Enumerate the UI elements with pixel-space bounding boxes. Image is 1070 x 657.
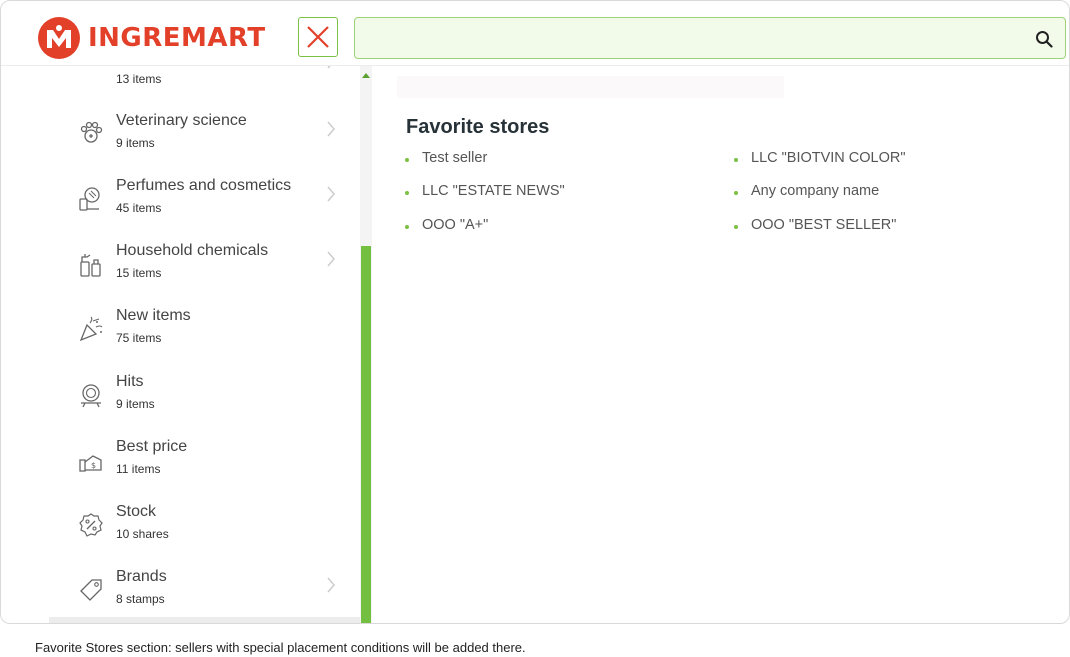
sidebar-item-count: 9 items [116, 397, 155, 411]
store-link[interactable]: OOO "A+" [405, 217, 488, 233]
main-content: Favorite stores Test seller LLC "BIOTVIN… [372, 66, 1069, 623]
sidebar-item-brands[interactable]: Brands 8 stamps [1, 568, 360, 623]
ingremart-logo-icon [38, 17, 80, 59]
sidebar-item-count: 15 items [116, 266, 162, 280]
store-link[interactable]: Any company name [734, 183, 879, 199]
close-catalog-button[interactable] [298, 17, 338, 57]
party-popper-icon [79, 316, 103, 342]
sidebar-item-count: 11 items [116, 462, 161, 476]
section-title: Favorite stores [406, 116, 550, 138]
sidebar-item-best-price[interactable]: $ Best price 11 items [1, 438, 360, 502]
sidebar-item-label: Household chemicals [116, 242, 269, 259]
paw-icon [80, 121, 103, 143]
chevron-right-icon [327, 251, 335, 267]
brand-name: INGREMART [88, 23, 266, 53]
sidebar-item-label: Veterinary science [116, 112, 247, 129]
sidebar-item-household-chemicals[interactable]: Household chemicals 15 items [1, 242, 360, 306]
sidebar-item-perfumes-and-cosmetics[interactable]: Perfumes and cosmetics 45 items [1, 177, 360, 241]
close-icon [307, 26, 329, 48]
sidebar-footer-strip [49, 617, 360, 623]
sidebar-scrollbar[interactable] [360, 66, 372, 623]
partial-category-icon [77, 66, 105, 78]
sidebar-item-count: 8 stamps [116, 592, 165, 606]
sidebar-item-new-items[interactable]: New items 75 items [1, 307, 360, 371]
sidebar-item-count: 13 items [116, 72, 162, 86]
sidebar-item-count: 75 items [116, 331, 162, 345]
sidebar-item-veterinary-science[interactable]: Veterinary science 9 items [1, 112, 360, 176]
award-badge-icon [81, 384, 101, 408]
sidebar-item-stock[interactable]: Stock 10 shares [1, 503, 360, 567]
sidebar-item-count: 9 items [116, 136, 155, 150]
chevron-right-icon [327, 66, 331, 69]
sidebar-item-label: Best price [116, 438, 188, 455]
cosmetics-mirror-icon [79, 187, 100, 211]
search-input[interactable] [355, 18, 1019, 56]
sidebar-item-label: Perfumes and cosmetics [116, 177, 292, 194]
percent-badge-icon [79, 513, 103, 537]
sidebar-item-label: New items [116, 307, 191, 324]
sidebar-item-label: Hits [116, 373, 144, 390]
store-link[interactable]: Test seller [405, 150, 487, 166]
scrollbar-thumb[interactable] [361, 246, 371, 623]
chevron-right-icon [327, 121, 335, 137]
search-icon[interactable] [1035, 30, 1053, 48]
category-sidebar: 13 items Veterinary science 9 items Perf… [1, 66, 360, 623]
sidebar-item-label: Brands [116, 568, 167, 585]
tag-icon [80, 579, 102, 601]
scroll-up-arrow-icon[interactable] [362, 72, 370, 78]
chevron-right-icon [327, 577, 335, 593]
header: INGREMART [1, 1, 1069, 66]
store-link[interactable]: LLC "ESTATE NEWS" [405, 183, 565, 199]
store-link[interactable]: OOO "BEST SELLER" [734, 217, 896, 233]
sidebar-item-count: 10 shares [116, 527, 169, 541]
cleaning-spray-icon [80, 254, 101, 277]
logo[interactable]: INGREMART [38, 17, 266, 59]
svg-text:$: $ [91, 461, 96, 470]
figure-caption: Favorite Stores section: sellers with sp… [35, 640, 526, 655]
price-tag-hand-icon: $ [79, 455, 102, 472]
chevron-right-icon [327, 186, 335, 202]
store-link[interactable]: LLC "BIOTVIN COLOR" [734, 150, 906, 166]
content-top-strip [397, 76, 784, 98]
app-window: INGREMART 13 items Veterinary science 9 … [0, 0, 1070, 624]
search-bar [354, 17, 1066, 59]
sidebar-item-label: Stock [116, 503, 157, 520]
sidebar-item-count: 45 items [116, 201, 162, 215]
sidebar-item-hits[interactable]: Hits 9 items [1, 373, 360, 437]
